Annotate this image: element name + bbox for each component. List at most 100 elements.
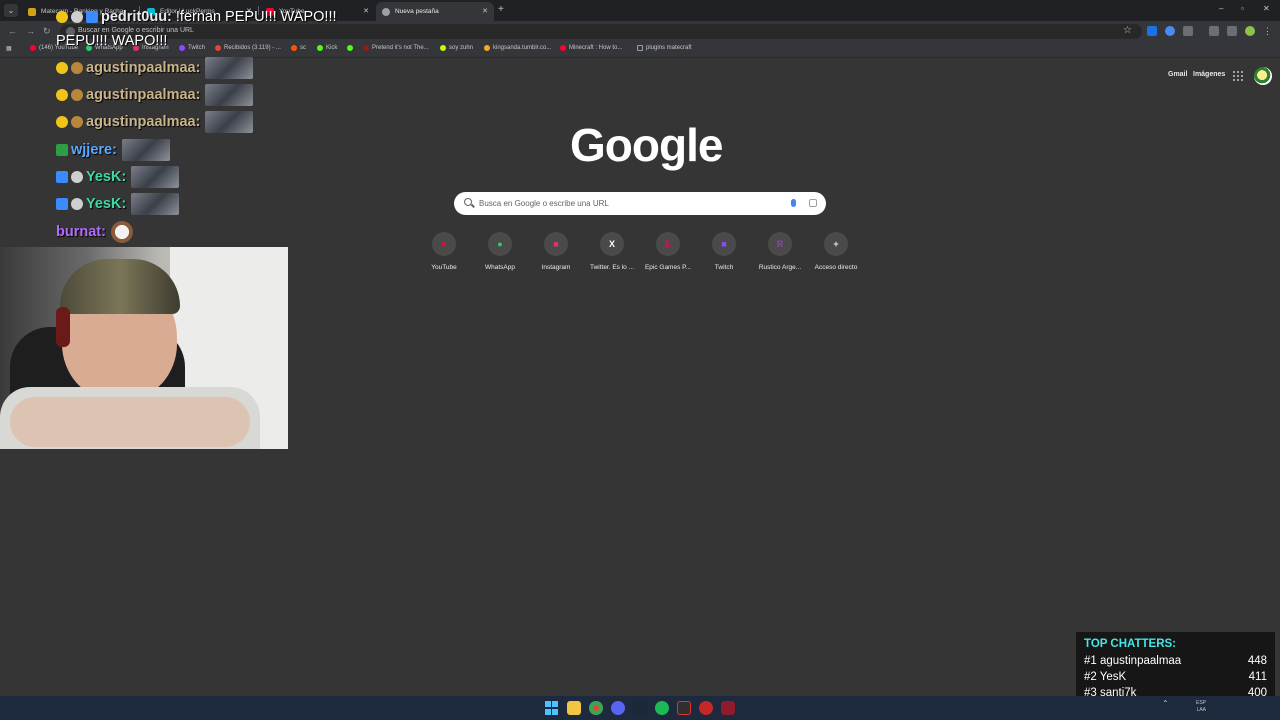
close-tab-icon[interactable]: ✕ (482, 7, 488, 15)
sub-badge-icon (56, 116, 68, 128)
apps-grid-icon[interactable]: ▦ (6, 45, 12, 52)
chrome-icon[interactable] (589, 701, 603, 715)
app-icon[interactable] (699, 701, 713, 715)
bookmark-twitch[interactable]: Twitch (179, 45, 205, 51)
emote-image (121, 139, 170, 161)
close-window-icon[interactable]: ✕ (1263, 4, 1270, 13)
download-icon[interactable] (1209, 26, 1219, 36)
bookmark-gmail[interactable]: Recibidos (3.119) - ... (215, 45, 281, 51)
shortcut-label: Instagram (541, 264, 571, 271)
page-icon (484, 45, 490, 51)
microphone-icon[interactable] (791, 199, 796, 207)
extensions-puzzle-icon[interactable] (1183, 26, 1193, 36)
bookmark-label: Kick (326, 45, 338, 51)
shortcut-label: Epic Games P... (644, 264, 692, 271)
emote-image (205, 111, 254, 133)
discord-icon[interactable] (611, 701, 625, 715)
bits-badge-icon (71, 62, 83, 74)
search-input[interactable] (479, 196, 779, 211)
bookmark-star-icon[interactable]: ☆ (1123, 25, 1132, 36)
top-chatter-row: #2 YesK 411 (1084, 669, 1267, 685)
close-tab-icon[interactable]: ✕ (363, 7, 369, 15)
shortcut-twitch[interactable]: ■ Twitch (696, 232, 752, 271)
audio-extension-icon[interactable] (1165, 26, 1175, 36)
app-icon[interactable] (721, 701, 735, 715)
profile-avatar-icon[interactable] (1245, 26, 1255, 36)
chat-username: wjjere: (71, 142, 117, 158)
rustico-icon: R (768, 232, 792, 256)
maximize-icon[interactable]: ▫ (1241, 4, 1244, 13)
shortcut-whatsapp[interactable]: ● WhatsApp (472, 232, 528, 271)
file-explorer-icon[interactable] (567, 701, 581, 715)
bookmark-label: Recibidos (3.119) - ... (224, 45, 281, 51)
bookmark-kingsanda[interactable]: kingsanda.tumblr.co... (484, 45, 551, 51)
chatter-count: 448 (1247, 655, 1267, 667)
emote-image (205, 84, 254, 106)
google-apps-icon[interactable] (1233, 71, 1243, 81)
reload-icon[interactable]: ↻ (43, 26, 51, 37)
bookmark-kick-2[interactable] (347, 45, 356, 51)
bookmark-soy-zuhn[interactable]: soy zuhn (440, 45, 473, 51)
gmail-icon (215, 45, 221, 51)
instagram-icon: ■ (544, 232, 568, 256)
top-chatter-row: #1 agustinpaalmaa 448 (1084, 653, 1267, 669)
bookmarks-bar: ▦ (146) YouTube WhatsApp Instagram Twitc… (0, 42, 1280, 58)
shortcut-epic-games[interactable]: E Epic Games P... (640, 232, 696, 271)
chat-username: agustinpaalmaa: (86, 114, 201, 130)
windows-start-icon[interactable] (545, 701, 559, 715)
images-link[interactable]: Imágenes (1193, 71, 1225, 78)
gmail-link[interactable]: Gmail (1168, 71, 1187, 78)
windows-taskbar: ⌃ ESP LAA (0, 696, 1280, 720)
emote-image (131, 193, 180, 215)
headset (56, 307, 70, 347)
bookmark-minecraft[interactable]: Minecraft : How to... (560, 45, 622, 51)
shortcut-label: Rustico Arge... (758, 264, 802, 271)
twitch-icon: ■ (712, 232, 736, 256)
spotify-icon[interactable] (655, 701, 669, 715)
google-search-box[interactable] (454, 192, 826, 215)
camo-cap (60, 259, 180, 314)
tray-chevron-icon[interactable]: ⌃ (1162, 700, 1169, 708)
google-lens-icon[interactable] (809, 199, 817, 207)
shortcut-twitter[interactable]: X Twitter. Es lo ... (584, 232, 640, 271)
account-avatar[interactable] (1254, 67, 1272, 85)
address-bar[interactable]: Buscar en Google o escribir una URL ☆ (60, 24, 1142, 39)
bookmark-sc[interactable]: sc (291, 45, 306, 51)
bookmark-kick[interactable]: Kick (317, 45, 337, 51)
chatter-count: 411 (1248, 671, 1267, 683)
reading-list-icon[interactable] (1227, 26, 1237, 36)
vip-badge-icon (56, 144, 68, 156)
kick-icon (317, 45, 323, 51)
matecarp-favicon-icon (28, 7, 36, 16)
shortcut-youtube[interactable]: ● YouTube (416, 232, 472, 271)
chat-message: YesK: (56, 193, 180, 215)
bits-badge-icon (71, 89, 83, 101)
bookmark-folder-plugins[interactable]: plugins matecraft (637, 45, 692, 51)
emote-image (131, 166, 180, 188)
shortcut-instagram[interactable]: ■ Instagram (528, 232, 584, 271)
chat-username: agustinpaalmaa: (86, 60, 201, 76)
back-icon[interactable]: ← (8, 26, 17, 36)
obs-icon[interactable] (677, 701, 691, 715)
more-menu-icon[interactable]: ⋮ (1263, 26, 1273, 36)
forward-icon[interactable]: → (26, 26, 35, 36)
tab-search-button[interactable]: ⌄ (4, 4, 18, 17)
language-indicator[interactable]: ESP LAA (1196, 700, 1206, 714)
tab-new-tab[interactable]: Nueva pestaña ✕ (376, 2, 494, 21)
shortcut-add[interactable]: + Acceso directo (808, 232, 864, 271)
steam-icon[interactable] (633, 701, 647, 715)
emote-badge-icon (71, 11, 83, 23)
chat-message: agustinpaalmaa: (56, 84, 254, 106)
tab-label: Nueva pestaña (395, 8, 439, 15)
translate-extension-icon[interactable] (1147, 26, 1157, 36)
minimize-icon[interactable]: – (1219, 4, 1223, 13)
soundcloud-icon (291, 45, 297, 51)
shortcut-label: Twitch (714, 264, 734, 271)
search-icon (464, 198, 472, 206)
bookmark-pretend[interactable]: Pretend it's not The... (363, 45, 429, 51)
webcam-feed (0, 247, 288, 449)
chat-message: agustinpaalmaa: (56, 57, 254, 79)
new-tab-button[interactable]: + (498, 4, 504, 15)
shortcut-rustico[interactable]: R Rustico Arge... (752, 232, 808, 271)
chat-message: YesK: (56, 166, 180, 188)
